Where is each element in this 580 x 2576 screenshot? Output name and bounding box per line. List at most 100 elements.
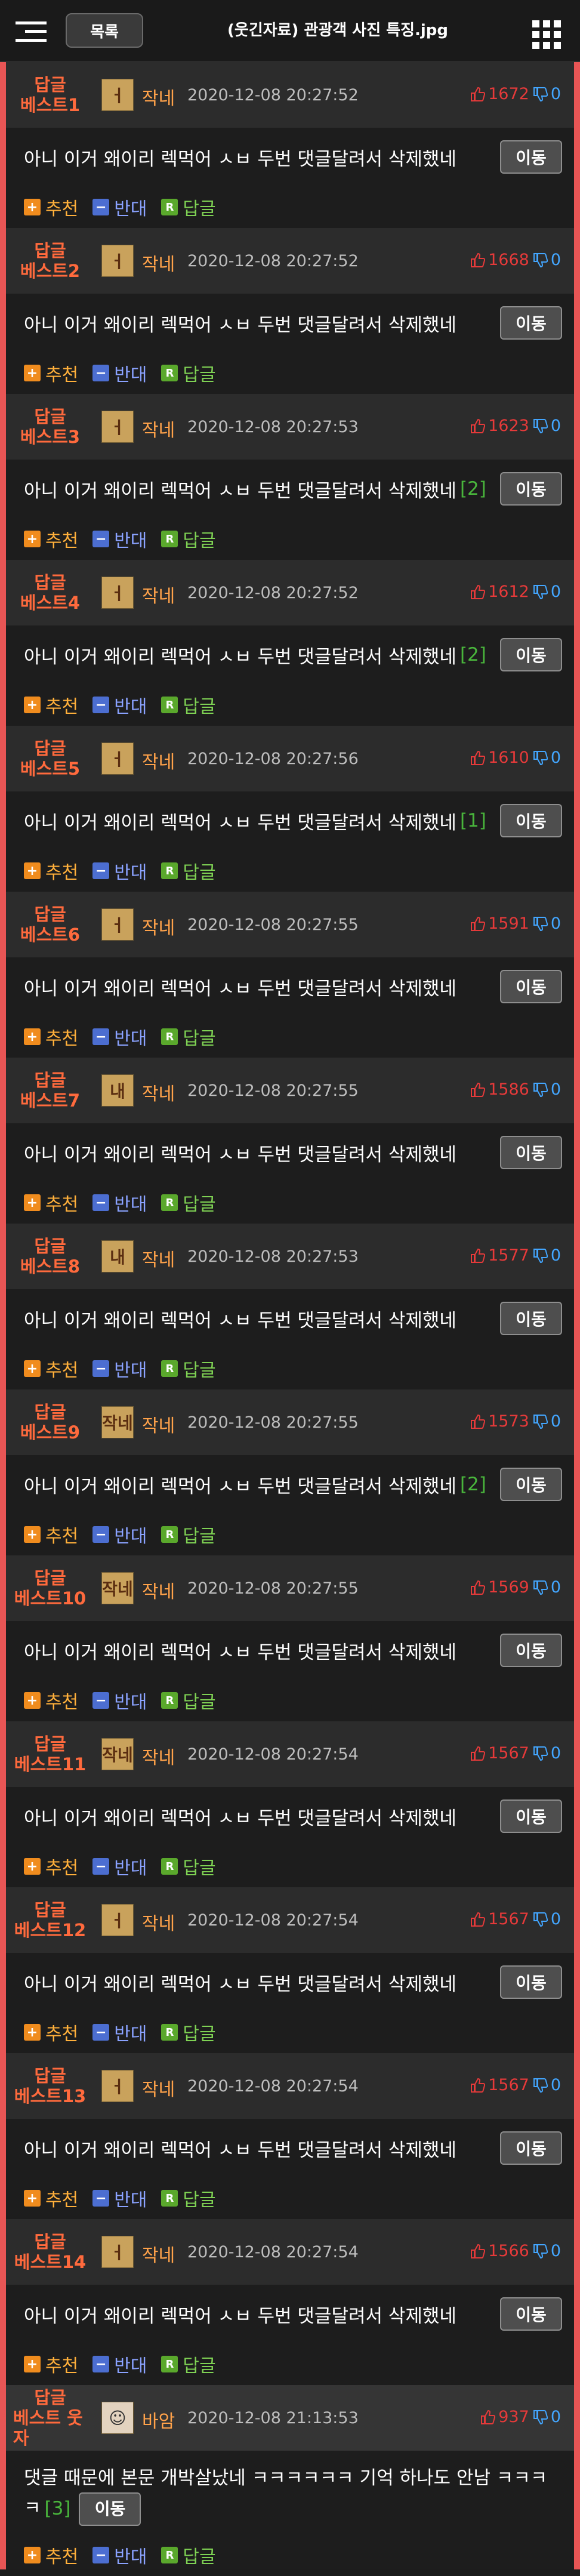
recommend-button[interactable]: + 추천 [24,2019,78,2045]
oppose-button[interactable]: − 반대 [92,360,147,386]
oppose-button[interactable]: − 반대 [92,2019,147,2045]
avatar[interactable]: 내 [101,1074,134,1107]
move-button[interactable]: 이동 [500,306,562,340]
reply-button[interactable]: R 답글 [161,2351,216,2377]
recommend-button[interactable]: + 추천 [24,2185,78,2211]
reply-count[interactable]: [1] [460,810,486,831]
avatar[interactable]: 작네 [101,1738,134,1770]
oppose-button[interactable]: − 반대 [92,1190,147,1216]
oppose-button[interactable]: − 반대 [92,1024,147,1050]
recommend-button[interactable]: + 추천 [24,692,78,718]
move-button[interactable]: 이동 [500,472,562,506]
author-nickname[interactable]: 작네 [142,2241,175,2267]
avatar[interactable]: ㅓ [101,2070,134,2102]
avatar[interactable]: 내 [101,1240,134,1272]
avatar[interactable]: 작네 [101,1572,134,1604]
recommend-button[interactable]: + 추천 [24,1190,78,1216]
reply-button[interactable]: R 답글 [161,1687,216,1714]
author-nickname[interactable]: 작네 [142,415,175,442]
reply-button[interactable]: R 답글 [161,194,216,220]
list-button[interactable]: 목록 [66,13,143,48]
avatar[interactable]: ㅓ [101,411,134,443]
oppose-button[interactable]: − 반대 [92,2185,147,2211]
reply-count[interactable]: [2] [460,644,486,665]
avatar[interactable]: ㅓ [101,2236,134,2268]
avatar[interactable]: ㅓ [101,245,134,277]
oppose-button[interactable]: − 반대 [92,1355,147,1382]
avatar[interactable]: ㅓ [101,742,134,775]
reply-button[interactable]: R 답글 [161,360,216,386]
author-nickname[interactable]: 작네 [142,2075,175,2101]
author-nickname[interactable]: 작네 [142,1245,175,1271]
avatar[interactable]: 작네 [101,1406,134,1438]
move-button[interactable]: 이동 [500,1468,562,1501]
reply-button[interactable]: R 답글 [161,858,216,884]
recommend-button[interactable]: + 추천 [24,1355,78,1382]
move-button[interactable]: 이동 [500,1965,562,1999]
reply-button[interactable]: R 답글 [161,1190,216,1216]
oppose-button[interactable]: − 반대 [92,2542,147,2568]
avatar[interactable]: ㅓ [101,908,134,941]
reply-button[interactable]: R 답글 [161,1521,216,1548]
reply-count[interactable]: [3] [45,2498,71,2519]
author-nickname[interactable]: 작네 [142,1909,175,1935]
oppose-button[interactable]: − 반대 [92,1521,147,1548]
move-button[interactable]: 이동 [500,638,562,671]
recommend-button[interactable]: + 추천 [24,360,78,386]
reply-button[interactable]: R 답글 [161,2542,216,2568]
recommend-button[interactable]: + 추천 [24,2351,78,2377]
oppose-button[interactable]: − 반대 [92,858,147,884]
oppose-button[interactable]: − 반대 [92,692,147,718]
author-nickname[interactable]: 작네 [142,1079,175,1105]
recommend-button[interactable]: + 추천 [24,1521,78,1548]
author-nickname[interactable]: 작네 [142,1743,175,1769]
author-nickname[interactable]: 작네 [142,84,175,110]
recommend-button[interactable]: + 추천 [24,1687,78,1714]
oppose-button[interactable]: − 반대 [92,194,147,220]
avatar[interactable]: ㅓ [101,577,134,609]
avatar[interactable]: ㅓ [101,1904,134,1936]
move-button[interactable]: 이동 [500,970,562,1003]
author-nickname[interactable]: 작네 [142,249,175,276]
recommend-button[interactable]: + 추천 [24,1024,78,1050]
oppose-button[interactable]: − 반대 [92,526,147,552]
move-button[interactable]: 이동 [500,140,562,174]
oppose-button[interactable]: − 반대 [92,2351,147,2377]
recommend-button[interactable]: + 추천 [24,858,78,884]
thumbs-down-icon [532,1746,548,1761]
comment-header: 답글 베스트1 ㅓ 작네 2020-12-08 20:27:52 1672 0 [6,62,574,128]
reply-button[interactable]: R 답글 [161,692,216,718]
avatar[interactable]: ☺ [101,2402,134,2434]
reply-count[interactable]: [2] [460,1474,486,1495]
reply-button[interactable]: R 답글 [161,526,216,552]
move-button[interactable]: 이동 [500,1136,562,1169]
recommend-button[interactable]: + 추천 [24,194,78,220]
move-button[interactable]: 이동 [500,2131,562,2165]
reply-button[interactable]: R 답글 [161,2185,216,2211]
move-button[interactable]: 이동 [500,1302,562,1335]
reply-button[interactable]: R 답글 [161,1853,216,1879]
reply-count[interactable]: [2] [460,478,486,500]
author-nickname[interactable]: 작네 [142,1411,175,1437]
reply-button[interactable]: R 답글 [161,1024,216,1050]
move-button[interactable]: 이동 [500,1799,562,1833]
recommend-button[interactable]: + 추천 [24,526,78,552]
recommend-button[interactable]: + 추천 [24,1853,78,1879]
move-button[interactable]: 이동 [79,2492,141,2526]
reply-button[interactable]: R 답글 [161,1355,216,1382]
move-button[interactable]: 이동 [500,804,562,837]
author-nickname[interactable]: 작네 [142,747,175,774]
avatar[interactable]: ㅓ [101,79,134,111]
grid-icon[interactable] [532,20,561,49]
author-nickname[interactable]: 작네 [142,1577,175,1603]
author-nickname[interactable]: 작네 [142,913,175,939]
move-button[interactable]: 이동 [500,1634,562,1667]
recommend-button[interactable]: + 추천 [24,2542,78,2568]
author-nickname[interactable]: 작네 [142,581,175,608]
reply-button[interactable]: R 답글 [161,2019,216,2045]
oppose-button[interactable]: − 반대 [92,1687,147,1714]
menu-icon[interactable] [16,21,47,42]
move-button[interactable]: 이동 [500,2297,562,2331]
oppose-button[interactable]: − 반대 [92,1853,147,1879]
author-nickname[interactable]: 바암 [142,2406,175,2433]
